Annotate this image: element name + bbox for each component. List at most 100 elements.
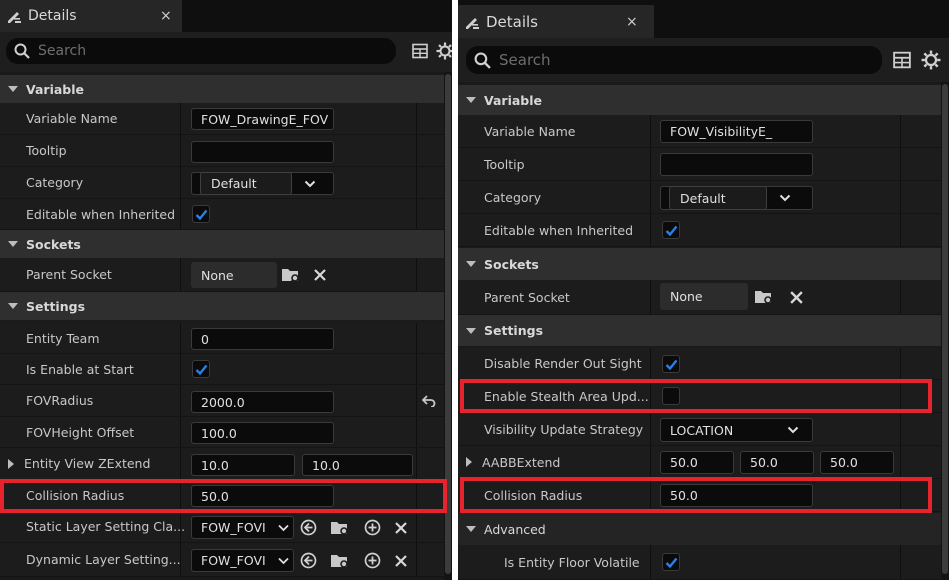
tab-bar: Details × (458, 0, 949, 38)
fov-radius-input[interactable]: 2000.0 (191, 391, 334, 413)
row-label: Category (26, 175, 84, 190)
scrollbar-thumb[interactable] (942, 84, 948, 574)
table-view-icon[interactable] (412, 43, 428, 59)
category-settings[interactable]: Settings (0, 292, 444, 320)
expand-arrow-icon (466, 327, 476, 334)
tab-title: Details (486, 12, 539, 31)
row-label: Parent Socket (26, 267, 112, 282)
add-plus-icon[interactable] (364, 519, 381, 536)
visibility-strategy-select[interactable]: LOCATION (660, 418, 813, 442)
aabb-z-input[interactable]: 50.0 (820, 451, 894, 474)
category-combo[interactable]: Default (660, 186, 813, 210)
scrollbar-track[interactable] (444, 72, 452, 580)
row-category: Category Default (0, 167, 444, 199)
tooltip-input[interactable] (191, 141, 334, 163)
row-fov-height-offset: FOVHeight Offset 100.0 (0, 417, 444, 448)
variable-name-input[interactable]: FOW_DrawingE_FOV (191, 108, 334, 130)
collision-radius-input[interactable]: 50.0 (660, 484, 813, 507)
aabb-y-input[interactable]: 50.0 (740, 451, 814, 474)
checkmark-icon (195, 209, 208, 221)
parent-socket-button[interactable]: None (191, 262, 277, 288)
row-label: Disable Render Out Sight (484, 356, 642, 371)
entity-floor-volatile-checkbox[interactable] (662, 553, 680, 571)
clear-x-icon[interactable] (394, 554, 408, 568)
search-box[interactable] (466, 46, 882, 74)
collision-radius-input[interactable]: 50.0 (191, 485, 334, 507)
tooltip-input[interactable] (660, 153, 813, 176)
row-is-enable-at-start: Is Enable at Start (0, 354, 444, 385)
row-label: FOVHeight Offset (26, 424, 135, 440)
is-enable-at-start-checkbox[interactable] (192, 360, 210, 378)
category-sockets[interactable]: Sockets (0, 230, 444, 258)
checkmark-icon (195, 364, 208, 376)
scrollbar-thumb[interactable] (445, 74, 451, 574)
category-settings[interactable]: Settings (458, 315, 941, 346)
dynamic-layer-select[interactable]: FOW_FOVI (191, 549, 294, 572)
category-variable[interactable]: Variable (0, 75, 444, 103)
row-label: Static Layer Setting Cla... (26, 519, 186, 534)
category-advanced[interactable]: Advanced (458, 513, 941, 545)
category-label: Sockets (484, 256, 539, 272)
use-selected-arrow-icon[interactable] (300, 519, 317, 536)
details-tab[interactable]: Details × (458, 5, 654, 38)
browse-folder-icon[interactable] (330, 520, 350, 536)
add-plus-icon[interactable] (364, 552, 381, 569)
select-value: LOCATION (670, 422, 734, 438)
chevron-down-icon (787, 426, 799, 434)
browse-folder-icon[interactable] (281, 267, 301, 283)
settings-gear-icon[interactable] (921, 50, 941, 70)
browse-folder-icon[interactable] (754, 289, 774, 305)
zextend-max-input[interactable]: 10.0 (302, 454, 413, 476)
expand-arrow-icon (466, 526, 476, 532)
scrollbar-track[interactable] (941, 82, 949, 580)
disable-render-checkbox[interactable] (662, 355, 680, 373)
details-pencil-icon (8, 12, 21, 23)
row-tooltip: Tooltip (0, 135, 444, 167)
row-enable-stealth-area: Enable Stealth Area Upd... (458, 380, 941, 413)
clear-x-icon[interactable] (789, 290, 804, 305)
row-label: Editable when Inherited (484, 222, 634, 238)
close-tab-icon[interactable]: × (160, 8, 172, 24)
aabb-x-input[interactable]: 50.0 (660, 451, 734, 474)
clear-x-icon[interactable] (394, 521, 408, 535)
category-label: Sockets (26, 236, 81, 252)
search-input[interactable] (499, 51, 791, 69)
row-label: Dynamic Layer Setting... (26, 552, 181, 567)
fov-height-offset-input[interactable]: 100.0 (191, 422, 334, 444)
use-selected-arrow-icon[interactable] (300, 552, 317, 569)
expand-arrow-icon[interactable] (466, 457, 472, 467)
category-label: Settings (26, 298, 86, 314)
category-value: Default (200, 172, 292, 195)
checkmark-icon (665, 225, 678, 237)
property-list: Variable Variable Name FOW_DrawingE_FOV … (0, 72, 444, 580)
row-editable-inherited: Editable when Inherited (0, 199, 444, 230)
variable-name-input[interactable]: FOW_VisibilityE_ (660, 120, 813, 143)
table-view-icon[interactable] (893, 51, 911, 69)
search-input[interactable] (38, 43, 311, 59)
close-tab-icon[interactable]: × (626, 14, 638, 30)
search-icon (14, 43, 30, 59)
reset-to-default-icon[interactable] (422, 395, 436, 407)
browse-folder-icon[interactable] (330, 553, 350, 569)
details-tab[interactable]: Details × (0, 0, 182, 32)
expand-arrow-icon[interactable] (8, 458, 14, 469)
category-sockets[interactable]: Sockets (458, 248, 941, 280)
category-value: Default (669, 186, 767, 210)
zextend-min-input[interactable]: 10.0 (191, 454, 295, 476)
enable-stealth-area-checkbox[interactable] (662, 387, 680, 405)
expand-arrow-icon (8, 241, 18, 247)
static-layer-select[interactable]: FOW_FOVI (191, 516, 294, 539)
search-box[interactable] (6, 38, 396, 64)
category-variable[interactable]: Variable (458, 85, 941, 115)
settings-gear-icon[interactable] (436, 42, 452, 60)
checkmark-icon (665, 557, 678, 569)
row-label: Visibility Update Strategy (484, 421, 644, 437)
row-label: Editable when Inherited (26, 206, 176, 222)
clear-x-icon[interactable] (313, 268, 327, 282)
editable-inherited-checkbox[interactable] (662, 221, 680, 239)
parent-socket-button[interactable]: None (660, 283, 748, 310)
tab-title: Details (28, 8, 77, 24)
category-combo[interactable]: Default (191, 172, 334, 195)
entity-team-input[interactable]: 0 (191, 328, 334, 350)
editable-inherited-checkbox[interactable] (192, 205, 210, 223)
